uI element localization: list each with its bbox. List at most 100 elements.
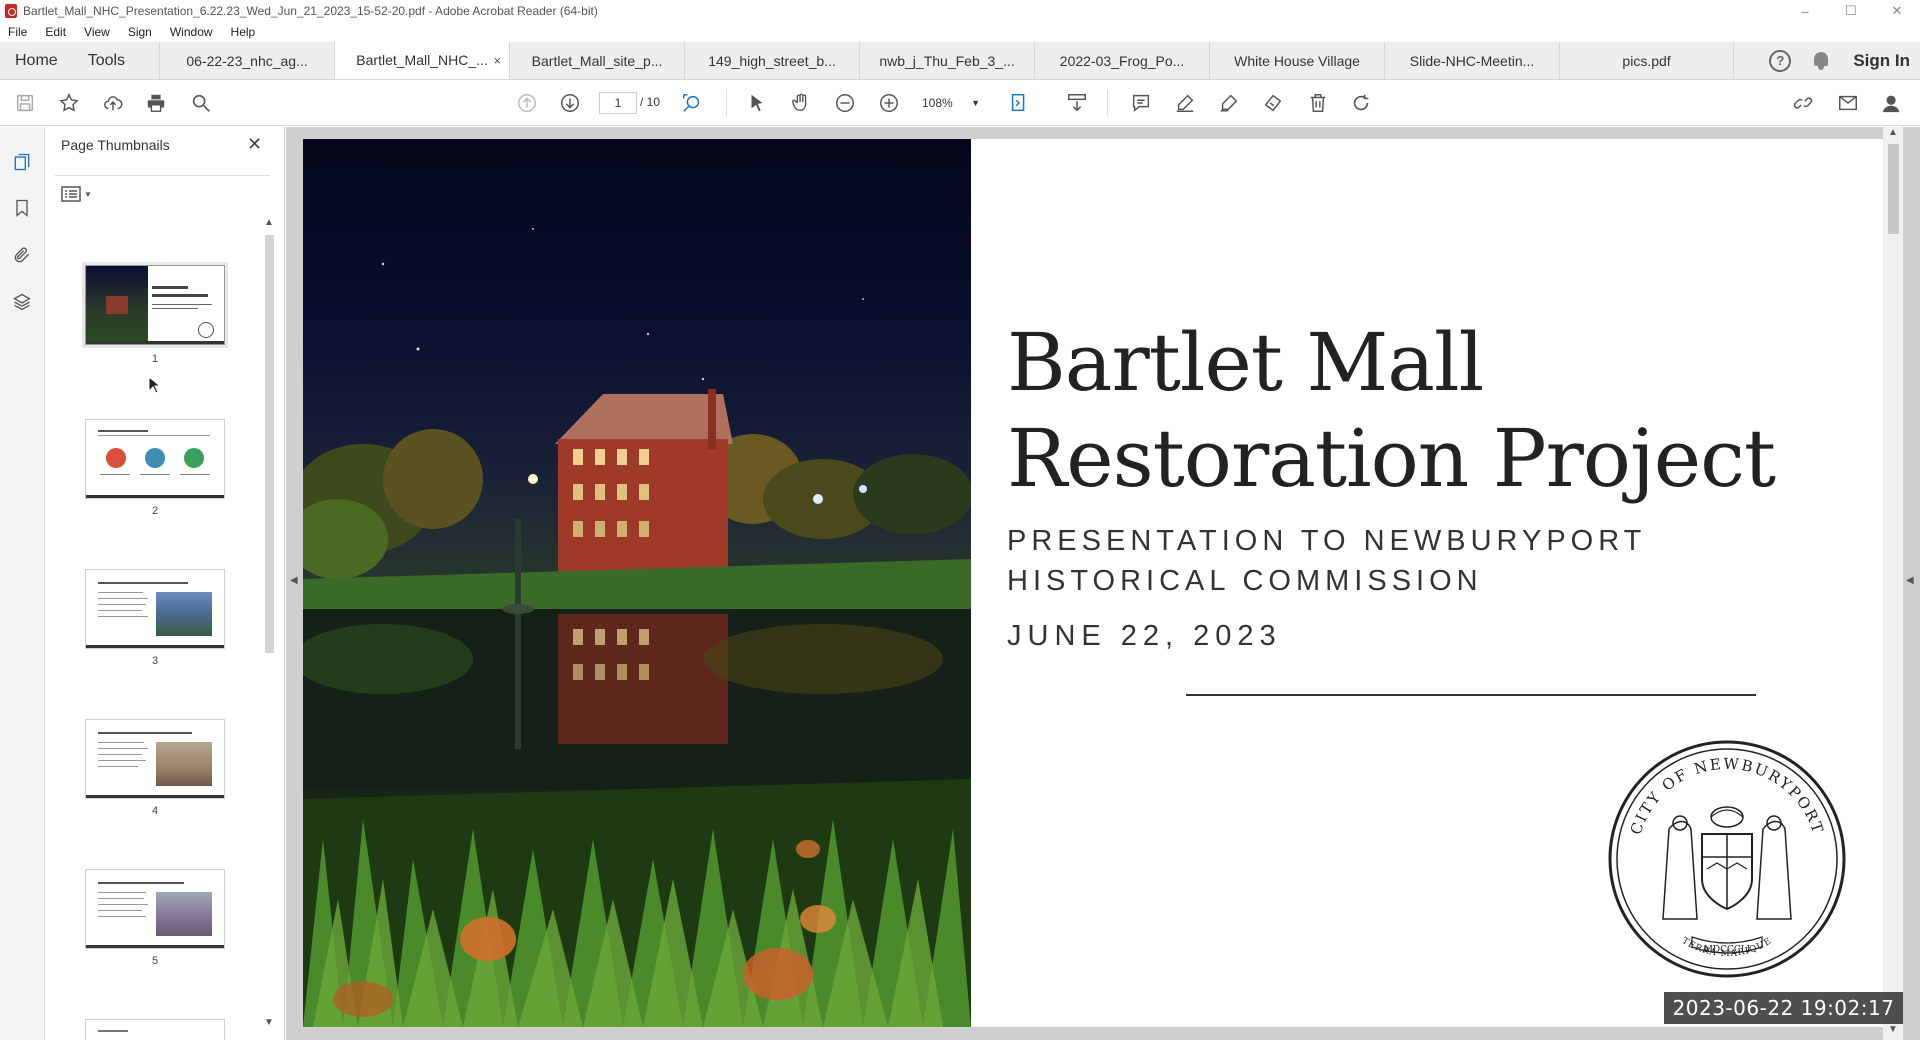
expand-right-panel-icon[interactable]: ◀ [1906,575,1914,586]
page-number-input[interactable]: 1 [599,92,637,114]
select-cursor-icon[interactable] [744,90,770,116]
scroll-down-arrow-icon[interactable]: ▼ [1888,1024,1898,1035]
menu-edit[interactable]: Edit [45,25,66,39]
doc-tab[interactable]: 2022-03_Frog_Po... [1034,42,1209,79]
bartlet-mall-night-photo [303,139,971,1027]
page-thumbnail-4[interactable] [86,720,224,798]
sign-pen-icon[interactable] [1216,90,1242,116]
doc-tab[interactable]: pics.pdf [1559,42,1735,79]
highlight-pen-icon[interactable] [1172,90,1198,116]
tab-bar-right: ? Sign In [1759,42,1920,79]
thumbnail-circle [106,448,126,468]
scrollbar-thumb[interactable] [265,235,274,653]
attachments-paperclip-icon[interactable] [11,244,33,266]
save-icon[interactable] [12,90,38,116]
thumbnail-text-line [98,582,188,584]
scrollbar-thumb[interactable] [1888,144,1899,234]
panel-title: Page Thumbnails [61,137,170,153]
scroll-up-arrow-icon[interactable]: ▲ [264,217,274,228]
bookmarks-icon[interactable] [11,197,33,219]
menu-help[interactable]: Help [231,25,256,39]
slide-subtitle: PRESENTATION TO NEWBURYPORT HISTORICAL C… [1007,521,1646,601]
notifications-icon[interactable] [1811,51,1831,71]
bookmark-star-icon[interactable] [56,90,82,116]
thumbnail-circle [184,448,204,468]
page-thumbnail-3[interactable] [86,570,224,648]
menu-window[interactable]: Window [170,25,213,39]
toolbar-separator [726,90,727,116]
thumbnail-text-line [152,304,212,305]
delete-trash-icon[interactable] [1305,90,1331,116]
slide-title-line-2: Restoration Project [1007,412,1776,505]
scroll-down-arrow-icon[interactable]: ▼ [264,1017,274,1028]
page-thumbnails-icon[interactable] [11,151,33,173]
tab-bar: Home Tools 06-22-23_nhc_ag... Bartlet_Ma… [0,42,1920,80]
page-thumbnail-1[interactable] [86,266,224,344]
thumbnail-page-number: 5 [151,955,159,967]
close-tab-icon[interactable]: × [493,53,501,68]
share-link-icon[interactable] [1790,90,1816,116]
zoom-level-select[interactable]: 108% ▼ [918,92,984,114]
window-controls: – ☐ ✕ [1782,0,1920,22]
previous-page-icon[interactable] [514,90,540,116]
chevron-down-icon: ▼ [84,189,92,199]
doc-tab[interactable]: Slide-NHC-Meetin... [1384,42,1559,79]
zoom-out-icon[interactable] [832,90,858,116]
thumbnails-scrollbar[interactable]: ▲ ▼ [263,217,275,1037]
document-scrollbar[interactable]: ▲ ▼ [1883,127,1903,1040]
close-window-button[interactable]: ✕ [1874,0,1920,22]
scroll-up-arrow-icon[interactable]: ▲ [1888,127,1898,138]
thumbnail-text-line [98,892,146,893]
chevron-down-icon: ▼ [971,98,980,108]
page-thumbnail-2[interactable] [86,420,224,498]
stamp-icon[interactable] [1260,90,1286,116]
zoom-in-icon[interactable] [876,90,902,116]
thumbnail-text-line [98,592,143,593]
thumbnail-page-number: 3 [151,655,159,667]
thumbnail-photo [156,742,212,786]
email-icon[interactable] [1835,90,1861,116]
doc-tab[interactable]: White House Village [1209,42,1384,79]
minimize-button[interactable]: – [1782,0,1828,22]
doc-tab[interactable]: nwb_j_Thu_Feb_3_... [859,42,1034,79]
toolbar-separator [1107,90,1108,116]
page-layout-icon[interactable] [1006,90,1032,116]
thumbnail-text-line [98,430,148,432]
help-icon[interactable]: ? [1769,49,1792,72]
rotate-icon[interactable] [1348,90,1374,116]
menu-view[interactable]: View [84,25,110,39]
menu-sign[interactable]: Sign [128,25,152,39]
thumbnail-text-line [98,610,142,611]
doc-tab-active[interactable]: Bartlet_Mall_NHC_... × [334,42,510,79]
tab-home[interactable]: Home [0,42,73,79]
doc-tab[interactable]: 149_high_street_b... [684,42,859,79]
photo-illustration [303,228,971,1027]
comment-icon[interactable] [1128,90,1154,116]
account-share-icon[interactable] [1879,90,1905,116]
maximize-button[interactable]: ☐ [1828,0,1874,22]
layers-icon[interactable] [11,291,33,313]
print-icon[interactable] [143,90,169,116]
thumbnail-text-line [98,766,138,767]
panel-divider [55,175,270,176]
fit-page-zoom-icon[interactable] [679,90,705,116]
thumbnail-text-line [98,604,146,605]
doc-tab[interactable]: 06-22-23_nhc_ag... [159,42,334,79]
upload-cloud-icon[interactable] [100,90,126,116]
hand-tool-icon[interactable] [788,90,814,116]
close-panel-icon[interactable]: ✕ [247,134,262,155]
collapse-left-panel-icon[interactable]: ◀ [290,575,298,586]
thumbnail-text-line [152,294,208,297]
search-icon[interactable] [188,90,214,116]
tab-tools[interactable]: Tools [73,42,159,79]
scroll-mode-icon[interactable] [1064,90,1090,116]
thumbnail-options-menu[interactable]: ▼ [61,182,95,206]
next-page-icon[interactable] [557,90,583,116]
menu-file[interactable]: File [8,25,27,39]
doc-tab[interactable]: Bartlet_Mall_site_p... [509,42,684,79]
page-thumbnail-5[interactable] [86,870,224,948]
window-title: Bartlet_Mall_NHC_Presentation_6.22.23_We… [23,4,598,18]
page-thumbnail-6[interactable] [86,1020,224,1040]
sign-in-button[interactable]: Sign In [1853,51,1910,71]
page-thumbnails-panel: Page Thumbnails ✕ ▼ ▲ ▼ 1 2 3 4 5 [45,127,285,1040]
